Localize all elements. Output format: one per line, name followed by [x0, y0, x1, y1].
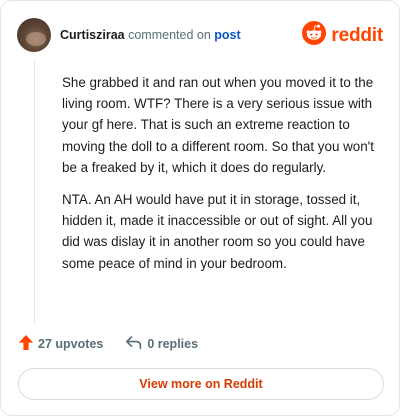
post-link[interactable]: post: [214, 28, 240, 42]
comment-paragraph: NTA. An AH would have put it in storage,…: [62, 192, 373, 271]
upvote-button[interactable]: 27 upvotes: [18, 334, 103, 354]
reply-arrow-icon: [125, 335, 142, 353]
reddit-wordmark: reddit: [331, 24, 383, 46]
replies-button[interactable]: 0 replies: [125, 335, 198, 353]
comment-byline: Curtisziraa commented on post: [60, 27, 241, 43]
replies-count: 0 replies: [147, 337, 199, 351]
view-more-button[interactable]: View more on Reddit: [18, 368, 384, 400]
comment-paragraph: She grabbed it and ran out when you move…: [62, 75, 374, 175]
comment-header: Curtisziraa commented on post reddit: [17, 17, 383, 53]
upvote-count: 27 upvotes: [38, 337, 104, 351]
comment-actions: 27 upvotes 0 replies: [18, 333, 198, 355]
upvote-arrow-icon: [18, 334, 34, 354]
thread-line: [34, 61, 35, 323]
byline-verb: commented on: [128, 28, 211, 42]
reddit-snoo-icon: [302, 21, 327, 50]
author-avatar[interactable]: [17, 18, 51, 52]
reddit-logo[interactable]: reddit: [302, 21, 383, 50]
embedded-comment-card: Curtisziraa commented on post reddit She…: [0, 0, 400, 416]
comment-body: She grabbed it and ran out when you move…: [62, 72, 380, 274]
author-name[interactable]: Curtisziraa: [60, 28, 125, 42]
